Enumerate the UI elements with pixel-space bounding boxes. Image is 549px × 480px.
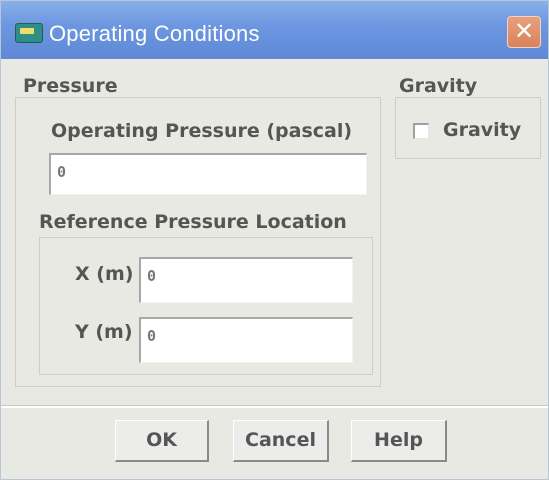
- ok-button[interactable]: OK: [115, 420, 209, 462]
- operating-pressure-input[interactable]: 0: [49, 153, 367, 195]
- operating-conditions-dialog: Operating Conditions ✕ Pressure Operatin…: [0, 0, 549, 480]
- operating-pressure-label: Operating Pressure (pascal): [51, 120, 353, 142]
- close-icon: ✕: [513, 17, 535, 45]
- app-window-icon: [15, 23, 43, 43]
- x-label: X (m): [75, 263, 134, 285]
- gravity-checkbox[interactable]: [413, 123, 429, 139]
- gravity-group-label: Gravity: [399, 75, 478, 97]
- button-bar-separator: [1, 405, 548, 408]
- x-input[interactable]: 0: [139, 257, 353, 303]
- window-title: Operating Conditions: [49, 21, 260, 46]
- y-label: Y (m): [75, 321, 133, 343]
- help-button[interactable]: Help: [351, 420, 447, 462]
- pressure-group-label: Pressure: [23, 75, 118, 97]
- close-button[interactable]: ✕: [507, 16, 541, 48]
- title-bar[interactable]: Operating Conditions ✕: [1, 1, 548, 59]
- gravity-checkbox-label[interactable]: Gravity: [443, 119, 521, 141]
- cancel-button[interactable]: Cancel: [233, 420, 329, 462]
- reference-location-label: Reference Pressure Location: [39, 211, 347, 233]
- y-input[interactable]: 0: [139, 317, 353, 363]
